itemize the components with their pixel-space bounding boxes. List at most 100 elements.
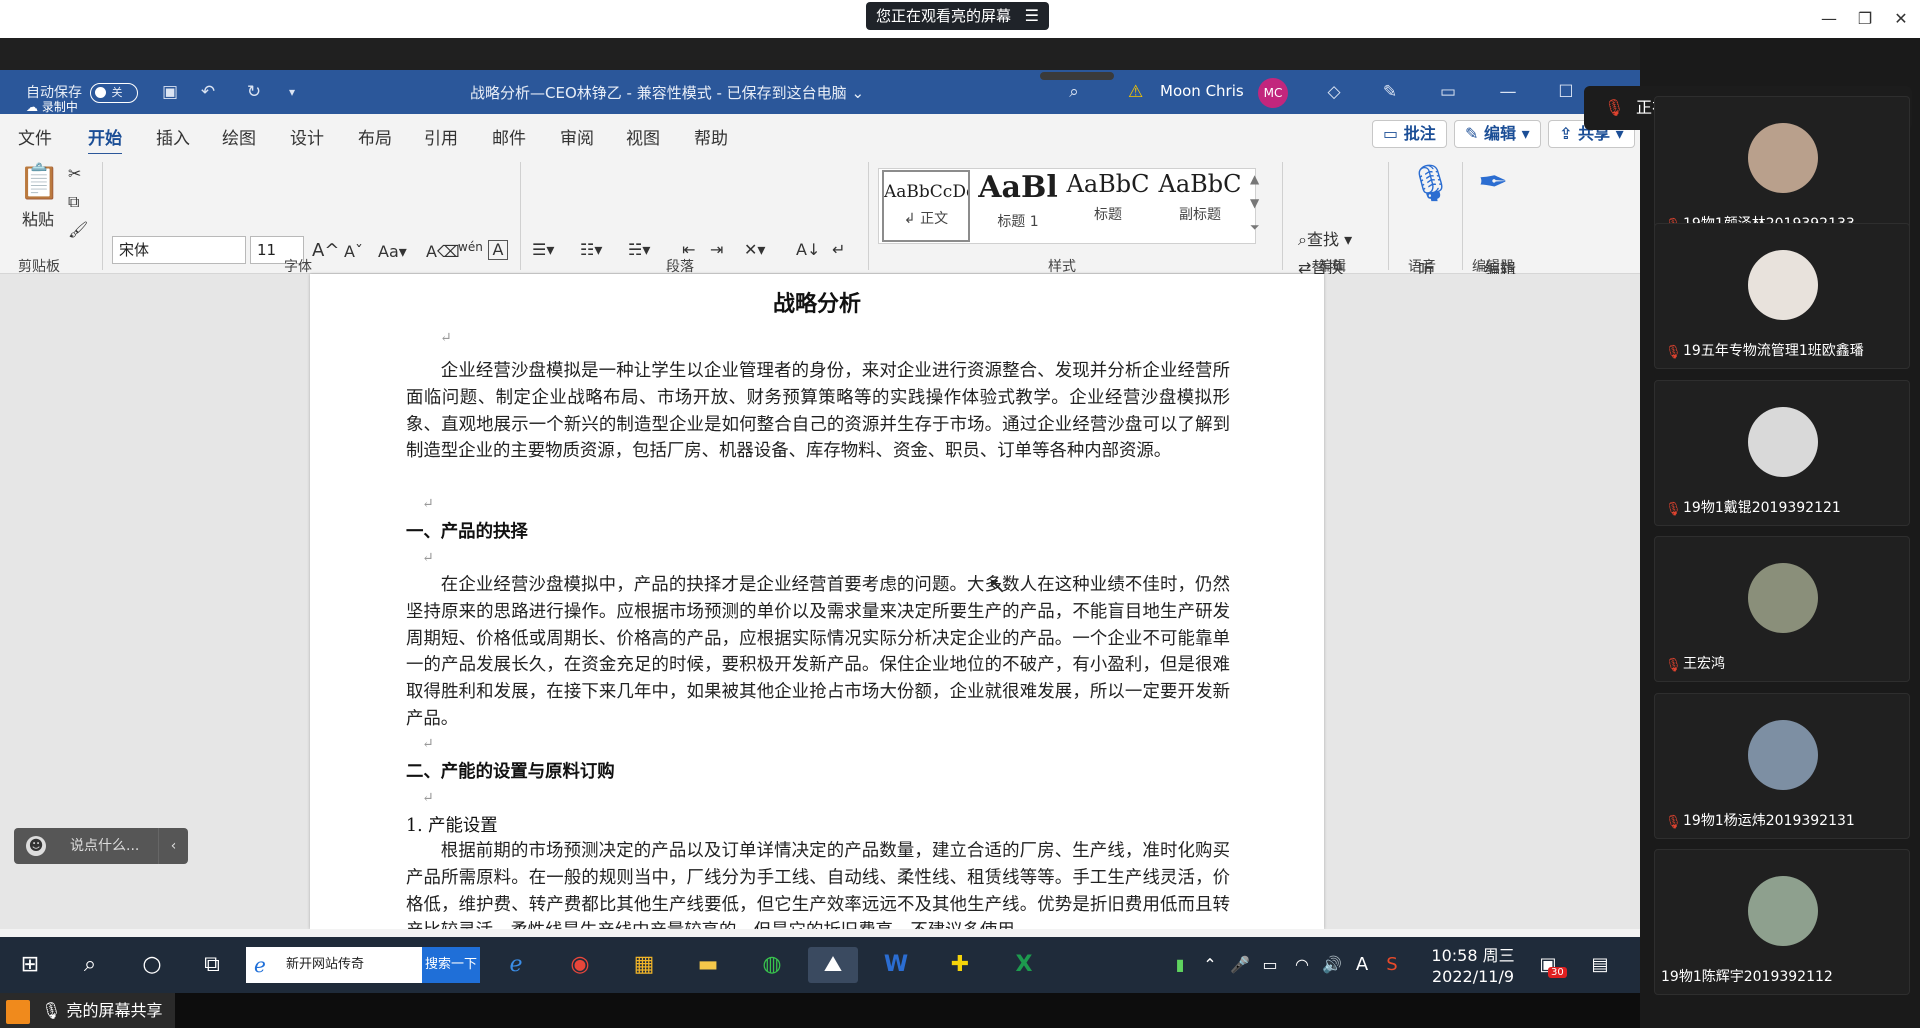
participant-name: 19物1杨运炜2019392131 <box>1683 813 1855 829</box>
windows-start-icon[interactable]: ⊞ <box>10 947 50 983</box>
tab-review[interactable]: 审阅 <box>560 124 594 149</box>
web-search-button[interactable]: 搜索一下 <box>422 947 480 983</box>
participant-tile[interactable]: 🎙 19物1戴锟2019392121 <box>1654 380 1910 526</box>
participant-tile[interactable]: 🎙 19物1杨运炜2019392131 <box>1654 693 1910 839</box>
multilevel-list-icon[interactable]: ☵▾ <box>628 240 650 259</box>
word-icon[interactable]: W <box>876 947 916 983</box>
sort-icon[interactable]: A↓ <box>796 240 820 259</box>
pen-icon[interactable]: ✎ <box>1378 80 1402 104</box>
ribbon-home: 📋 粘贴 ✂ ⧉ 🖌 剪贴板 宋体 11 A^ Aˇ Aa▾ A⌫ wén A … <box>0 154 1640 307</box>
chevron-left-icon[interactable]: ‹ <box>158 828 188 864</box>
tab-layout[interactable]: 布局 <box>358 124 392 149</box>
styles-scroll-up-icon[interactable]: ▲ <box>1250 172 1259 186</box>
copy-icon[interactable]: ⧉ <box>68 192 79 212</box>
tab-design[interactable]: 设计 <box>290 124 324 149</box>
style-normal[interactable]: AaBbCcDd ↲ 正文 <box>882 170 970 242</box>
show-marks-icon[interactable]: ↵ <box>832 240 845 259</box>
character-border-icon[interactable]: A <box>488 240 508 260</box>
emoji-icon[interactable]: ☻ <box>26 836 46 856</box>
paste-button[interactable]: 粘贴 <box>18 206 58 230</box>
tab-mailings[interactable]: 邮件 <box>492 124 526 149</box>
microphone-icon[interactable]: 🎙 <box>1408 162 1454 204</box>
comments-label: 批注 <box>1403 124 1436 143</box>
internet-explorer-icon[interactable]: ℯ <box>496 947 536 983</box>
find-button[interactable]: ⌕查找 ▾ <box>1298 226 1352 250</box>
customize-toolbar-icon[interactable]: ▾ <box>280 80 304 104</box>
word-minimize-icon[interactable]: — <box>1496 80 1520 104</box>
shrink-font-icon[interactable]: Aˇ <box>344 242 363 261</box>
close-icon[interactable]: ✕ <box>1888 6 1914 32</box>
search-icon[interactable]: ⌕ <box>1062 80 1086 104</box>
sogou-icon[interactable]: S <box>1372 947 1412 983</box>
participant-tile[interactable]: 19物1陈辉宇2019392112 <box>1654 849 1910 995</box>
editing-mode-button[interactable]: ✎ 编辑 ▾ <box>1454 120 1541 148</box>
styles-more-icon[interactable]: ⏷ <box>1250 220 1260 235</box>
taskbar-search-icon[interactable]: ⌕ <box>70 947 110 983</box>
share-indicator[interactable]: 🎙 亮的屏幕共享 <box>0 993 175 1028</box>
chat-input[interactable]: ☻ 说点什么... ‹ <box>14 828 188 864</box>
change-case-icon[interactable]: Aa▾ <box>378 242 407 261</box>
word-maximize-icon[interactable]: ☐ <box>1554 80 1578 104</box>
phonetic-guide-icon[interactable]: wén <box>458 240 483 254</box>
style-title-sample: AaBbC <box>1066 170 1150 198</box>
asian-layout-icon[interactable]: ✕▾ <box>744 240 765 259</box>
tab-help[interactable]: 帮助 <box>694 124 728 149</box>
document-title[interactable]: 战略分析—CEO林铮乙 - 兼容性模式 - 已保存到这台电脑 ⌄ <box>470 82 864 103</box>
document-page[interactable]: 战略分析 ↵ 企业经营沙盘模拟是一种让学生以企业管理者的身份，来对企业进行资源整… <box>310 274 1324 941</box>
chrome-icon[interactable]: ◉ <box>560 947 600 983</box>
participant-tile[interactable]: 🎙 19物1颜泽林2019392133 <box>1654 96 1910 242</box>
tab-file[interactable]: 文件 <box>18 124 52 149</box>
muted-mic-icon: 🎙 <box>1665 658 1682 673</box>
watching-screen-banner[interactable]: 您正在观看亮的屏幕 ☰ <box>866 2 1050 30</box>
clock-time: 10:58 周三 <box>1431 946 1515 965</box>
style-title[interactable]: AaBbC 标题 <box>1064 170 1152 242</box>
excel-icon[interactable]: X <box>1004 947 1044 983</box>
task-view-icon[interactable]: ⧉ <box>192 947 232 983</box>
store-icon[interactable]: ▦ <box>624 947 664 983</box>
restore-icon[interactable]: ❐ <box>1852 6 1878 32</box>
browser-360-icon[interactable]: ◍ <box>752 947 792 983</box>
redo-icon[interactable]: ↻ <box>242 80 266 104</box>
numbering-icon[interactable]: ☷▾ <box>580 240 602 259</box>
font-name-value[interactable]: 宋体 <box>112 236 246 264</box>
save-icon[interactable]: ▣ <box>158 80 182 104</box>
bullets-icon[interactable]: ☰▾ <box>532 240 554 259</box>
undo-icon[interactable]: ↶ <box>196 80 220 104</box>
grow-font-icon[interactable]: A^ <box>312 240 339 261</box>
web-search-input[interactable]: 新开网站传奇 <box>246 947 422 983</box>
autosave-switch[interactable]: 关 <box>90 83 139 103</box>
clear-format-icon[interactable]: A⌫ <box>426 242 460 261</box>
participant-tile[interactable]: 🎙 19五年专物流管理1班欧鑫璠 <box>1654 223 1910 369</box>
style-subtitle[interactable]: AaBbC 副标题 <box>1156 170 1244 242</box>
avatar[interactable]: MC <box>1258 78 1288 108</box>
style-heading1[interactable]: AaBl 标题 1 <box>974 170 1062 242</box>
cut-icon[interactable]: ✂ <box>68 164 81 183</box>
diamond-icon[interactable]: ◇ <box>1322 80 1346 104</box>
tab-draw[interactable]: 绘图 <box>222 124 256 149</box>
participant-name: 19物1戴锟2019392121 <box>1683 500 1841 516</box>
ribbon-display-icon[interactable]: ▭ <box>1436 80 1460 104</box>
taskbar-clock[interactable]: 10:58 周三 2022/11/9 <box>1418 945 1528 987</box>
cortana-icon[interactable]: ○ <box>132 947 172 983</box>
styles-scroll-down-icon[interactable]: ▼ <box>1250 196 1259 210</box>
tab-view[interactable]: 视图 <box>626 124 660 149</box>
file-explorer-icon[interactable]: ▬ <box>688 947 728 983</box>
voice-group-label: 语音 <box>1408 259 1436 275</box>
plus-app-icon[interactable]: ✚ <box>940 947 980 983</box>
group-separator <box>1388 162 1389 270</box>
mic-icon: 🎙 <box>41 1001 62 1020</box>
action-center-icon[interactable]: ▤ <box>1580 947 1620 983</box>
minimize-icon[interactable]: — <box>1816 6 1842 32</box>
increase-indent-icon[interactable]: ⇥ <box>710 240 723 259</box>
user-name[interactable]: Moon Chris <box>1160 82 1244 100</box>
meeting-app-icon[interactable]: ⛰ <box>808 947 858 983</box>
participant-tile[interactable]: 🎙 王宏鸿 <box>1654 536 1910 682</box>
menu-icon[interactable]: ☰ <box>1025 2 1039 30</box>
tab-insert[interactable]: 插入 <box>156 124 190 149</box>
comments-button[interactable]: ▭ 批注 <box>1372 120 1447 148</box>
tab-home[interactable]: 开始 <box>88 124 122 156</box>
format-painter-icon[interactable]: 🖌 <box>68 220 88 239</box>
tab-references[interactable]: 引用 <box>424 124 458 149</box>
editor-pen-icon[interactable]: ✒ <box>1478 162 1508 203</box>
clipboard-icon[interactable]: 📋 <box>18 162 60 202</box>
